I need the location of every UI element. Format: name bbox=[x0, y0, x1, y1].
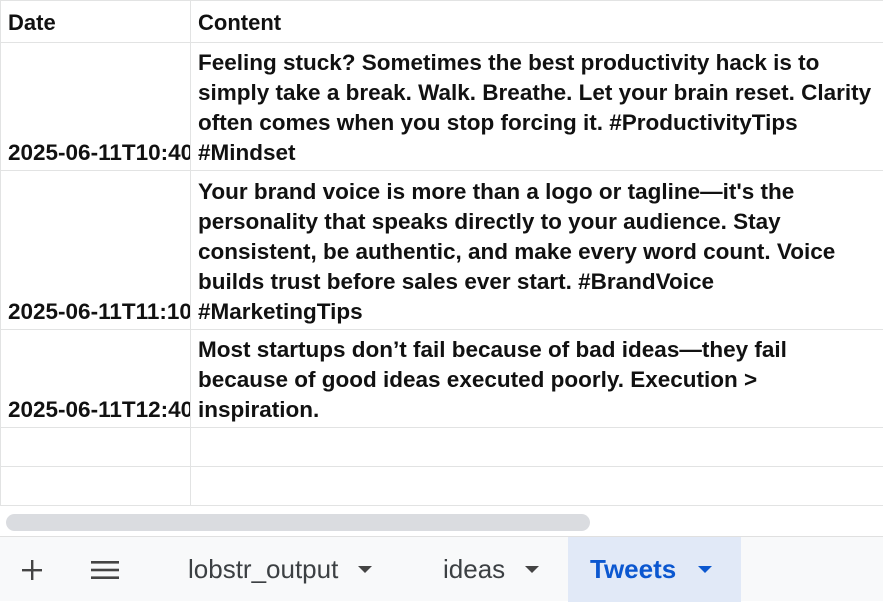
content-cell[interactable]: Your brand voice is more than a logo or … bbox=[191, 171, 883, 330]
caret-down-icon[interactable] bbox=[698, 566, 712, 573]
empty-cell[interactable] bbox=[191, 428, 883, 467]
empty-row bbox=[1, 467, 883, 506]
hamburger-menu-icon bbox=[91, 560, 119, 580]
caret-down-icon[interactable] bbox=[358, 566, 372, 573]
caret-down-icon[interactable] bbox=[525, 566, 539, 573]
empty-cell[interactable] bbox=[1, 428, 191, 467]
table-row: 2025-06-11T11:10:00 Your brand voice is … bbox=[1, 171, 883, 330]
empty-cell[interactable] bbox=[1, 467, 191, 506]
date-cell[interactable]: 2025-06-11T10:40:00 bbox=[1, 43, 191, 171]
tab-tweets[interactable]: Tweets bbox=[568, 537, 741, 602]
empty-cell[interactable] bbox=[191, 467, 883, 506]
scrollbar-thumb[interactable] bbox=[6, 514, 590, 531]
all-sheets-button[interactable] bbox=[84, 537, 126, 602]
sheet-tab-bar: lobstr_output ideas Tweets bbox=[0, 536, 883, 601]
table-row: 2025-06-11T12:40:00 Most startups don’t … bbox=[1, 330, 883, 428]
tab-label: lobstr_output bbox=[188, 554, 338, 585]
content-header-cell[interactable]: Content bbox=[191, 1, 883, 43]
add-sheet-button[interactable] bbox=[12, 537, 52, 602]
spreadsheet-grid: Date Content 2025-06-11T10:40:00 Feeling… bbox=[0, 0, 883, 536]
date-header-cell[interactable]: Date bbox=[1, 1, 191, 43]
content-cell[interactable]: Feeling stuck? Sometimes the best produc… bbox=[191, 43, 883, 171]
empty-row bbox=[1, 428, 883, 467]
tab-label: ideas bbox=[443, 554, 505, 585]
plus-icon bbox=[21, 559, 43, 581]
tab-ideas[interactable]: ideas bbox=[443, 537, 539, 602]
cell-table: Date Content 2025-06-11T10:40:00 Feeling… bbox=[0, 0, 883, 506]
date-cell[interactable]: 2025-06-11T11:10:00 bbox=[1, 171, 191, 330]
tab-label: Tweets bbox=[590, 554, 676, 585]
horizontal-scrollbar[interactable] bbox=[0, 510, 883, 536]
content-cell[interactable]: Most startups don’t fail because of bad … bbox=[191, 330, 883, 428]
date-cell[interactable]: 2025-06-11T12:40:00 bbox=[1, 330, 191, 428]
tab-lobstr-output[interactable]: lobstr_output bbox=[188, 537, 372, 602]
table-row: 2025-06-11T10:40:00 Feeling stuck? Somet… bbox=[1, 43, 883, 171]
header-row: Date Content bbox=[1, 1, 883, 43]
